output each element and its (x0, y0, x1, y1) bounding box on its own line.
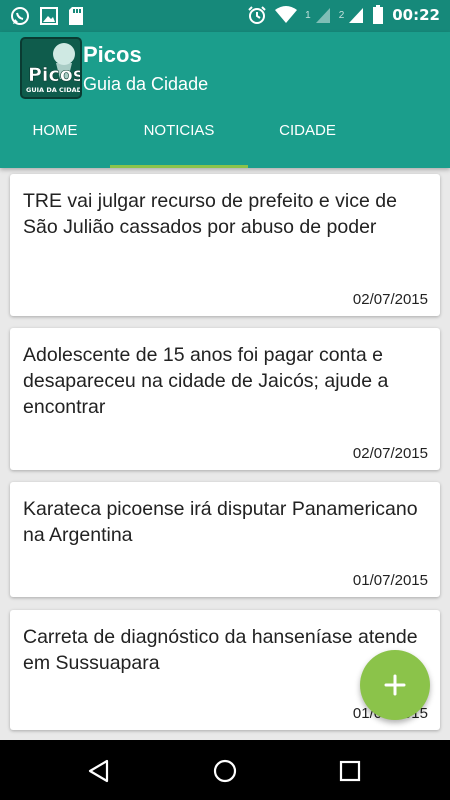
news-date: 02/07/2015 (352, 291, 428, 308)
news-title: Adolescente de 15 anos foi pagar conta e… (23, 344, 389, 418)
app-title: Picos (83, 42, 142, 67)
tab-cidade[interactable]: CIDADE (270, 118, 345, 164)
recents-icon[interactable] (339, 760, 361, 782)
app-logo: Picos GUIA DA CIDADE (20, 37, 82, 99)
app-bar: Picos GUIA DA CIDADE Picos Guia da Cidad… (0, 32, 450, 168)
back-icon[interactable] (86, 758, 112, 784)
system-nav-bar (0, 740, 450, 800)
sim1-label: 1 (305, 9, 311, 21)
image-icon (40, 7, 58, 25)
battery-icon (373, 5, 384, 24)
tab-home[interactable]: HOME (20, 118, 90, 164)
sd-card-icon (69, 7, 83, 25)
plus-icon (384, 674, 406, 696)
svg-text:GUIA DA CIDADE: GUIA DA CIDADE (26, 86, 80, 94)
news-title: Karateca picoense irá disputar Panameric… (23, 498, 418, 546)
tab-bar: HOME NOTICIAS CIDADE (0, 118, 450, 168)
news-card[interactable]: Karateca picoense irá disputar Panameric… (10, 482, 440, 597)
home-icon[interactable] (212, 758, 238, 784)
news-card[interactable]: Adolescente de 15 anos foi pagar conta e… (10, 328, 440, 470)
news-title: TRE vai julgar recurso de prefeito e vic… (23, 190, 397, 238)
news-date: 01/07/2015 (352, 572, 428, 589)
whatsapp-icon (11, 7, 29, 25)
svg-text:Picos: Picos (28, 64, 80, 86)
status-bar: 1 2 00:22 (0, 0, 450, 32)
alarm-icon (248, 6, 266, 24)
status-time: 00:22 (392, 6, 440, 24)
news-date: 02/07/2015 (352, 445, 428, 462)
add-fab-button[interactable] (360, 650, 430, 720)
app-subtitle: Guia da Cidade (83, 74, 209, 94)
signal-icon (315, 8, 330, 23)
tab-noticias[interactable]: NOTICIAS (110, 118, 248, 168)
news-card[interactable]: TRE vai julgar recurso de prefeito e vic… (10, 174, 440, 316)
signal-icon (349, 8, 364, 23)
sim2-label: 2 (338, 9, 345, 21)
wifi-icon (275, 6, 298, 23)
